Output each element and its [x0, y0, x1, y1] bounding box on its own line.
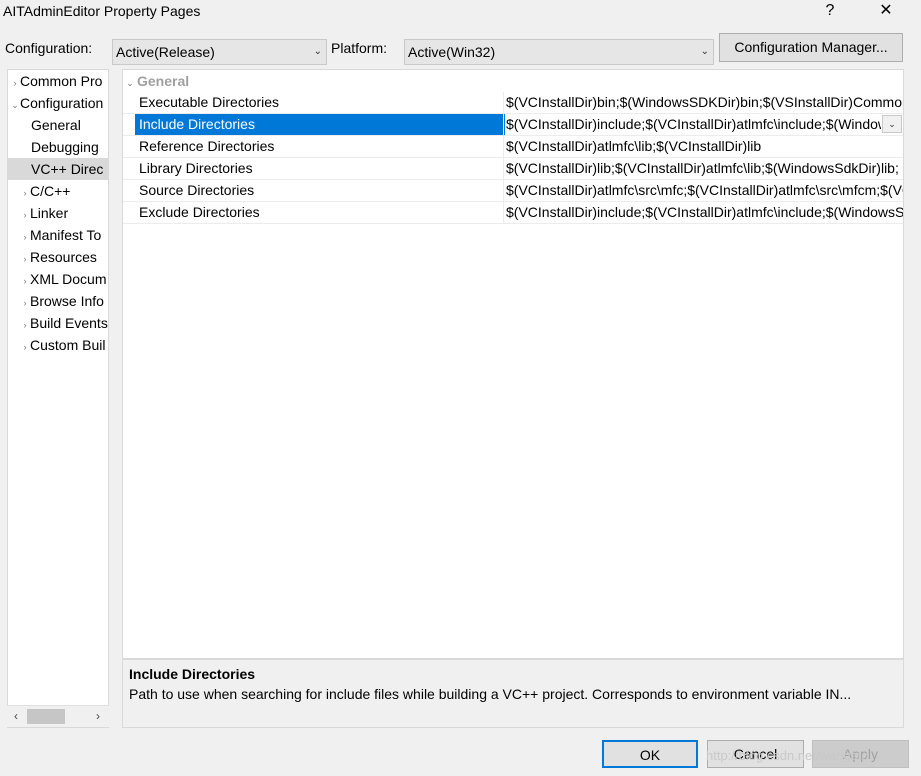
tree-item-configuration-properties[interactable]: ⌄Configuration	[8, 92, 103, 114]
ok-button[interactable]: OK	[602, 740, 698, 768]
configuration-combo[interactable]: Active(Release) ⌄	[112, 39, 327, 65]
property-name[interactable]: Reference Directories	[135, 136, 505, 157]
close-button[interactable]: ✕	[864, 0, 908, 26]
expand-icon[interactable]: ›	[20, 226, 30, 248]
scroll-thumb[interactable]	[27, 709, 65, 724]
property-value[interactable]: $(VCInstallDir)bin;$(WindowsSDKDir)bin;$…	[503, 92, 903, 113]
description-text: Path to use when searching for include f…	[129, 686, 852, 702]
description-title: Include Directories	[129, 666, 256, 682]
chevron-down-icon[interactable]: ⌄	[882, 115, 902, 133]
expand-icon[interactable]: ›	[20, 270, 30, 292]
property-value[interactable]: $(VCInstallDir)lib;$(VCInstallDir)atlmfc…	[503, 158, 903, 179]
help-button[interactable]: ?	[808, 0, 852, 26]
property-name[interactable]: Library Directories	[135, 158, 505, 179]
property-value[interactable]: $(VCInstallDir)include;$(VCInstallDir)at…	[503, 114, 881, 135]
configuration-label: Configuration:	[5, 40, 93, 56]
property-grid[interactable]: ⌄ General Executable Directories $(VCInst…	[122, 69, 904, 659]
tree-item-debugging[interactable]: Debugging	[8, 136, 99, 158]
property-value[interactable]: $(VCInstallDir)atlmfc\lib;$(VCInstallDir…	[503, 136, 903, 157]
configuration-manager-button[interactable]: Configuration Manager...	[719, 33, 903, 62]
expand-icon[interactable]: ›	[20, 204, 30, 226]
tree-item-resources[interactable]: › Resources	[8, 246, 97, 268]
property-row-selected[interactable]: Include Directories $(VCInstallDir)inclu…	[123, 114, 903, 136]
expand-icon[interactable]: ›	[20, 336, 30, 358]
configuration-value: Active(Release)	[116, 44, 215, 60]
tree-item-browse-information[interactable]: › Browse Info	[8, 290, 104, 312]
chevron-down-icon: ⌄	[700, 46, 709, 57]
expand-icon[interactable]: ›	[20, 292, 30, 314]
property-row[interactable]: Executable Directories $(VCInstallDir)bi…	[123, 92, 903, 114]
platform-combo[interactable]: Active(Win32) ⌄	[404, 39, 714, 65]
property-value[interactable]: $(VCInstallDir)atlmfc\src\mfc;$(VCInstal…	[503, 180, 903, 201]
scroll-left-icon[interactable]: ‹	[7, 706, 25, 727]
tree-item-common-properties[interactable]: › Common Pro	[8, 70, 103, 94]
property-name[interactable]: Include Directories	[135, 114, 505, 135]
property-row[interactable]: Library Directories $(VCInstallDir)lib;$…	[123, 158, 903, 180]
scroll-right-icon[interactable]: ›	[89, 706, 107, 727]
property-value[interactable]: $(VCInstallDir)include;$(VCInstallDir)at…	[503, 202, 903, 223]
expand-icon[interactable]: ›	[20, 248, 30, 270]
category-tree[interactable]: › Common Pro ⌄Configuration General Debug…	[7, 69, 109, 728]
platform-label: Platform:	[331, 40, 388, 56]
window-title: AITAdminEditor Property Pages	[3, 3, 201, 19]
category-general[interactable]: ⌄ General	[123, 71, 903, 91]
collapse-icon[interactable]: ⌄	[10, 94, 20, 116]
property-row[interactable]: Reference Directories $(VCInstallDir)atl…	[123, 136, 903, 158]
property-name[interactable]: Exclude Directories	[135, 202, 505, 223]
tree-item-custom-build[interactable]: › Custom Buil	[8, 334, 106, 358]
collapse-icon[interactable]: ⌄	[123, 73, 137, 93]
description-panel: Include Directories Path to use when sea…	[122, 659, 904, 728]
tree-item-linker[interactable]: › Linker	[8, 202, 69, 226]
chevron-down-icon: ⌄	[313, 46, 322, 57]
property-name[interactable]: Executable Directories	[135, 92, 505, 113]
platform-value: Active(Win32)	[408, 44, 496, 60]
property-row[interactable]: Source Directories $(VCInstallDir)atlmfc…	[123, 180, 903, 202]
expand-icon[interactable]: ›	[20, 314, 30, 336]
expand-icon[interactable]: ›	[20, 182, 30, 204]
tree-item-vc-directories[interactable]: VC++ Direc	[8, 158, 108, 180]
property-name[interactable]: Source Directories	[135, 180, 505, 201]
tree-item-cpp[interactable]: › C/C++	[8, 180, 71, 204]
tree-item-build-events[interactable]: › Build Events	[8, 312, 108, 334]
tree-item-manifest-tool[interactable]: › Manifest To	[8, 224, 102, 248]
property-row[interactable]: Exclude Directories $(VCInstallDir)inclu…	[123, 202, 903, 224]
tree-item-general[interactable]: General	[8, 114, 81, 136]
tree-item-xml-document[interactable]: › XML Docum	[8, 268, 107, 290]
watermark: http://blog.csdn.net/wangato	[706, 748, 869, 763]
expand-icon[interactable]: ›	[10, 72, 20, 94]
tree-horizontal-scrollbar[interactable]: ‹ ›	[7, 705, 109, 727]
